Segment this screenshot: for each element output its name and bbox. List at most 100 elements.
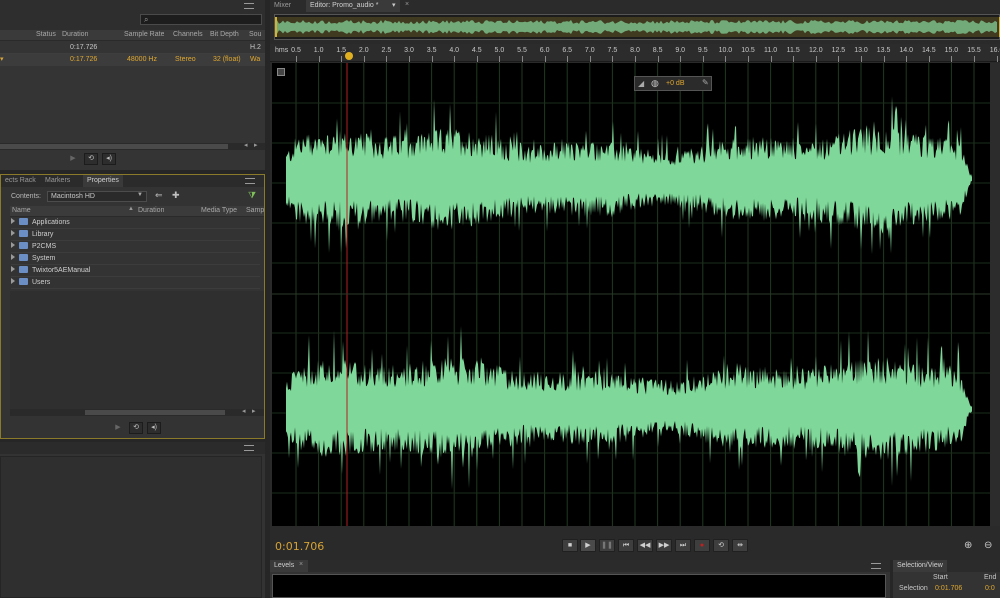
ruler-tick-mark <box>815 56 817 62</box>
ruler-tick-label: 5.0 <box>494 47 505 54</box>
col-media-type[interactable]: Media Type <box>201 206 237 216</box>
filter-icon[interactable]: ⧩ <box>248 190 256 201</box>
ruler-tick-mark <box>296 56 297 62</box>
tab-selection-view[interactable]: Selection/View <box>893 560 947 572</box>
files-scrollbar[interactable]: ◂ ▸ <box>0 141 265 150</box>
zoom-in-icon[interactable]: ⊕ <box>964 540 972 551</box>
file-row[interactable]: 0:17.726 H.2 <box>0 42 265 54</box>
folder-row-users[interactable]: Users <box>11 277 260 289</box>
media-scrollbar[interactable]: ◂ ▸ <box>10 407 264 416</box>
col-name[interactable]: Name <box>12 206 31 216</box>
rewind-icon[interactable]: ◀◀ <box>637 539 653 552</box>
col-source[interactable]: Sou <box>249 30 265 40</box>
scroll-right-icon[interactable]: ▸ <box>252 407 256 415</box>
pause-icon[interactable]: ❚❚ <box>599 539 615 552</box>
selection-end-value[interactable]: 0:0 <box>985 585 1000 592</box>
panel-menu-icon[interactable] <box>244 445 254 451</box>
col-duration[interactable]: Duration <box>138 206 164 216</box>
close-tab-icon[interactable]: × <box>405 1 409 8</box>
tab-mixer[interactable]: Mixer <box>270 0 295 12</box>
go-to-start-icon[interactable]: ⏮ <box>618 539 634 552</box>
col-sample[interactable]: Samp <box>246 206 264 216</box>
expand-triangle-icon[interactable] <box>11 278 15 285</box>
add-shortcut-icon[interactable]: ✚ <box>172 190 180 201</box>
file-row-selected[interactable]: ▾ 0:17.726 48000 Hz Stereo 32 (float) Wa <box>0 54 265 66</box>
file-channels: Stereo <box>175 56 196 63</box>
overview-navigator[interactable] <box>274 14 1000 40</box>
expand-triangle-icon[interactable] <box>11 218 15 225</box>
ruler-tick-mark <box>657 56 659 62</box>
playhead-marker-icon[interactable] <box>345 52 353 60</box>
ruler-tick-mark <box>476 56 478 62</box>
fast-forward-icon[interactable]: ▶▶ <box>656 539 672 552</box>
selection-start-value[interactable]: 0:01.706 <box>935 585 962 592</box>
col-end: End <box>984 574 997 581</box>
ruler-tick-label: 3.0 <box>404 47 414 54</box>
panel-menu-icon[interactable] <box>245 178 255 184</box>
ruler-tick-mark <box>363 56 365 62</box>
scroll-left-icon[interactable]: ◂ <box>244 141 248 149</box>
autoplay-icon[interactable]: ◂) <box>147 422 161 434</box>
ruler-tick-label: 12.5 <box>831 47 846 54</box>
contents-value: Macintosh HD <box>51 193 95 200</box>
gain-knob-icon[interactable]: ◍ <box>651 78 659 89</box>
expand-triangle-icon[interactable] <box>11 266 15 273</box>
loop-preview-icon[interactable]: ⟲ <box>84 153 98 165</box>
folder-row-library[interactable]: Library <box>11 229 260 241</box>
expand-triangle-icon[interactable] <box>11 230 15 237</box>
ruler-tick-mark <box>793 56 795 62</box>
close-tab-icon[interactable]: × <box>299 561 303 568</box>
skip-selection-icon[interactable]: ⇹ <box>732 539 748 552</box>
expand-arrow-icon[interactable]: ▾ <box>0 55 4 65</box>
folder-row-applications[interactable]: Applications <box>11 217 260 229</box>
col-channels[interactable]: Channels <box>173 30 203 40</box>
col-status[interactable]: Status <box>36 30 56 40</box>
folder-row-p2cms[interactable]: P2CMS <box>11 241 260 253</box>
stop-icon[interactable]: ■ <box>562 539 578 552</box>
panel-menu-icon[interactable] <box>871 563 881 569</box>
expand-triangle-icon[interactable] <box>11 242 15 249</box>
ruler-tick-label: 10.5 <box>741 47 755 54</box>
expand-triangle-icon[interactable] <box>11 254 15 261</box>
tab-markers[interactable]: Markers <box>41 175 74 187</box>
time-ruler[interactable]: hms 0.5 1.0 1.5 2.0 2.5 3.0 3.5 4.0 4.5 5.0 5.5 6.0… <box>270 44 1000 62</box>
contents-dropdown[interactable]: Macintosh HD ▼ <box>47 191 147 202</box>
zoom-to-fit-icon[interactable] <box>277 68 285 76</box>
file-duration: 0:17.726 <box>70 56 98 63</box>
files-search-input[interactable]: ⌕ <box>140 14 262 25</box>
tree-area <box>10 291 264 409</box>
files-column-header: Status Duration Sample Rate Channels Bit… <box>0 30 265 41</box>
play-preview-icon[interactable]: ▶ <box>66 153 80 165</box>
contents-label: Contents: <box>11 193 41 200</box>
play-preview-icon[interactable]: ▶ <box>111 422 125 434</box>
tab-effects-rack[interactable]: ects Rack <box>1 175 40 187</box>
waveform-display[interactable]: ◢ ◍ +0 dB ✎ <box>272 63 1000 526</box>
go-to-end-icon[interactable]: ⏭ <box>675 539 691 552</box>
tab-properties[interactable]: Properties <box>83 175 123 187</box>
col-duration[interactable]: Duration <box>62 30 88 40</box>
ruler-tick-label: 4.0 <box>449 47 460 54</box>
time-display[interactable]: 0:01.706 <box>275 540 324 553</box>
play-icon[interactable]: ▶ <box>580 539 596 552</box>
files-menu-icon[interactable] <box>244 3 254 9</box>
vertical-scrollbar[interactable] <box>990 63 1000 526</box>
record-icon[interactable]: ● <box>694 539 710 552</box>
zoom-out-icon[interactable]: ⊖ <box>984 540 992 551</box>
dropdown-icon[interactable]: ▾ <box>392 1 396 9</box>
autoplay-icon[interactable]: ◂) <box>102 153 116 165</box>
col-bit-depth[interactable]: Bit Depth <box>210 30 239 40</box>
folder-row-twixtor[interactable]: Twixtor5AEManual <box>11 265 260 277</box>
col-sample-rate[interactable]: Sample Rate <box>124 30 164 40</box>
tab-editor[interactable]: Editor: Promo_audio * <box>306 0 401 12</box>
sort-up-icon: ▲ <box>128 206 134 212</box>
hud-gain[interactable]: ◢ ◍ +0 dB ✎ <box>634 76 712 91</box>
folder-row-system[interactable]: System <box>11 253 260 265</box>
gain-value[interactable]: +0 dB <box>666 80 685 87</box>
loop-preview-icon[interactable]: ⟲ <box>129 422 143 434</box>
back-arrow-icon[interactable]: ⇐ <box>155 190 163 201</box>
file-source: H.2 <box>250 44 261 51</box>
scroll-right-icon[interactable]: ▸ <box>254 141 258 149</box>
pin-icon[interactable]: ✎ <box>702 78 709 87</box>
loop-icon[interactable]: ⟲ <box>713 539 729 552</box>
scroll-left-icon[interactable]: ◂ <box>242 407 246 415</box>
